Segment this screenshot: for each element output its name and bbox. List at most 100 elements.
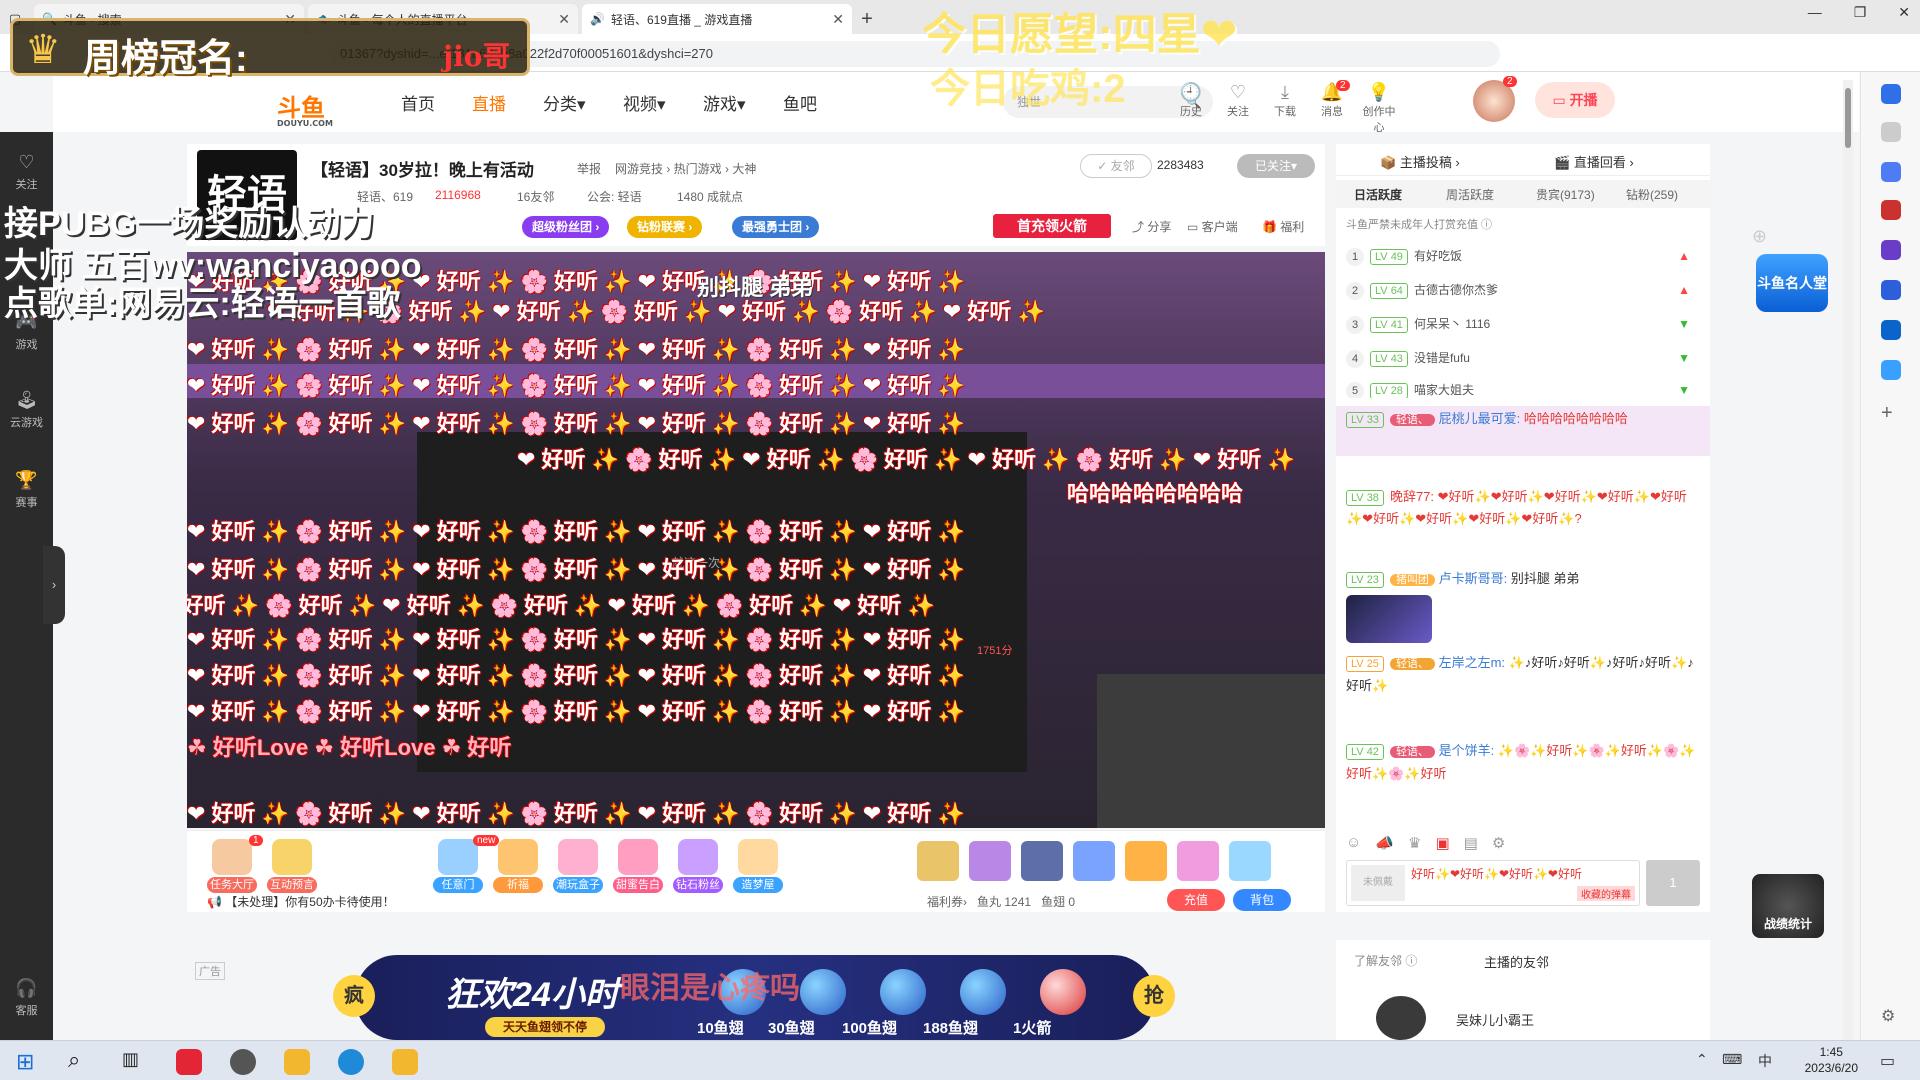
- page-scrollbar[interactable]: [1843, 80, 1853, 1040]
- portal-button[interactable]: 任意门 new: [433, 835, 500, 893]
- report-link[interactable]: 举报: [577, 160, 601, 177]
- anchor-friends-tab[interactable]: 主播的友邻: [1484, 952, 1549, 971]
- rank-row[interactable]: 3 LV 41 何呆呆丶 1116 ▼: [1346, 310, 1700, 338]
- edge-icon[interactable]: [338, 1049, 364, 1075]
- broadcast-icon[interactable]: 📣: [1375, 834, 1394, 852]
- notification-icon[interactable]: [1881, 84, 1901, 104]
- learn-friends-link[interactable]: 了解友邻 ⓘ: [1354, 952, 1417, 969]
- barrage-icon[interactable]: ▤: [1464, 834, 1478, 852]
- leftnav-follow[interactable]: ♡ 关注: [0, 152, 53, 192]
- rank-row[interactable]: 5 LV 28 喵家大姐夫 ▼: [1346, 376, 1700, 398]
- douyu-logo[interactable]: 斗鱼 DOUYU.COM: [277, 88, 333, 128]
- leftnav-support[interactable]: 🎧 客服: [0, 978, 53, 1018]
- history-button[interactable]: 🕘 历史: [1171, 82, 1211, 119]
- gift-item-icon[interactable]: [917, 841, 959, 881]
- fan-club-pill[interactable]: 超级粉丝团 ›: [522, 216, 610, 238]
- browser-tab-live[interactable]: 🔊 轻语、619直播 _ 游戏直播 ✕: [582, 4, 852, 34]
- tab-weekly-activity[interactable]: 周活跃度: [1446, 186, 1494, 203]
- followed-button[interactable]: 已关注▾: [1237, 154, 1315, 178]
- rank-row[interactable]: 4 LV 43 没错是fufu ▼: [1346, 344, 1700, 372]
- obs-icon[interactable]: [230, 1049, 256, 1075]
- welfare-button[interactable]: 🎁 福利: [1262, 218, 1304, 235]
- nav-home[interactable]: 首页: [401, 90, 435, 115]
- chat-image[interactable]: [1346, 595, 1432, 643]
- netease-music-icon[interactable]: [176, 1049, 202, 1075]
- search-icon[interactable]: ⌕: [68, 1047, 80, 1073]
- breadcrumb[interactable]: 网游竞技 › 热门游戏 › 大神: [615, 160, 756, 177]
- crown-icon[interactable]: ♛: [1408, 834, 1421, 852]
- guild-name[interactable]: 公会: 轻语: [587, 188, 642, 205]
- client-button[interactable]: ▭ 客户端: [1187, 218, 1238, 235]
- close-icon[interactable]: ✕: [558, 11, 570, 28]
- anchor-submit-link[interactable]: 📦 主播投稿 ›: [1380, 152, 1460, 171]
- share-button[interactable]: ⤴ 分享: [1132, 218, 1171, 235]
- user-avatar[interactable]: 2: [1473, 76, 1517, 122]
- hall-of-fame-badge[interactable]: 斗鱼名人堂: [1756, 254, 1828, 312]
- tab-daily-activity[interactable]: 日活跃度: [1354, 186, 1402, 203]
- gift-item-icon[interactable]: [1177, 841, 1219, 881]
- promo-banner[interactable]: 疯 狂欢24小时 天天鱼翅领不停 10鱼翅 30鱼翅 100鱼翅 188鱼翅 1…: [333, 955, 1175, 1040]
- tag-icon[interactable]: [1881, 162, 1901, 182]
- close-window-button[interactable]: ✕: [1898, 4, 1910, 21]
- gift-item-icon[interactable]: [1125, 841, 1167, 881]
- recharge-button[interactable]: 充值: [1167, 889, 1225, 911]
- blessing-button[interactable]: 祈福: [493, 839, 543, 893]
- ticket-notice[interactable]: 📢 【未处理】你有50办卡待使用！: [207, 893, 395, 910]
- send-icon[interactable]: [1881, 360, 1901, 380]
- tab-vip[interactable]: 贵宾(9173): [1536, 186, 1595, 203]
- new-tab-button[interactable]: +: [852, 4, 882, 34]
- achievement-points[interactable]: 1480 成就点: [677, 188, 743, 205]
- gift-item-icon[interactable]: [969, 841, 1011, 881]
- outlook-icon[interactable]: [1881, 320, 1901, 340]
- office-icon[interactable]: [1881, 280, 1901, 300]
- ime-indicator[interactable]: 中: [1758, 1051, 1772, 1071]
- rank-row[interactable]: 1 LV 49 有好吃饭 ▲: [1346, 242, 1700, 270]
- follow-button[interactable]: ♡ 关注: [1218, 82, 1258, 119]
- add-icon[interactable]: +: [1881, 402, 1893, 425]
- welfare-link[interactable]: 福利券›: [927, 895, 967, 909]
- video-player[interactable]: 就这一次 1751分 ❤ 好听 ✨ 🌸 好听 ✨ ❤ 好听 ✨ 🌸 好听 ✨ ❤…: [187, 252, 1325, 828]
- toy-box-button[interactable]: 潮玩盒子: [553, 839, 603, 893]
- taskbar-clock[interactable]: 1:45 2023/6/20: [1805, 1044, 1858, 1076]
- replay-link[interactable]: 🎬 直播回看 ›: [1554, 152, 1634, 171]
- toolbox-icon[interactable]: [1881, 200, 1901, 220]
- expand-nav-button[interactable]: ›: [43, 546, 65, 624]
- friend-name[interactable]: 吴妹儿小霸王: [1456, 1010, 1534, 1029]
- scroll-thumb[interactable]: [1845, 88, 1851, 148]
- close-icon[interactable]: ✕: [832, 11, 844, 28]
- douyu-app-icon[interactable]: [284, 1049, 310, 1075]
- friend-pill[interactable]: ✓ 友邻: [1080, 154, 1152, 178]
- add-icon[interactable]: ⊕: [1752, 226, 1767, 247]
- go-live-button[interactable]: ▭ 开播: [1535, 82, 1615, 118]
- prediction-button[interactable]: 互动预言: [267, 839, 317, 893]
- diamond-fans-button[interactable]: 钻石粉丝: [673, 839, 723, 893]
- start-icon[interactable]: ⊞: [16, 1049, 34, 1075]
- rocket-icon[interactable]: [1021, 841, 1063, 881]
- tab-diamond-fans[interactable]: 钻粉(259): [1626, 186, 1678, 203]
- notification-center-icon[interactable]: ▭: [1880, 1051, 1895, 1071]
- people-icon[interactable]: [1881, 240, 1901, 260]
- douyu-app-icon[interactable]: [392, 1049, 418, 1075]
- gift-item-icon[interactable]: [1073, 841, 1115, 881]
- maximize-button[interactable]: ❐: [1854, 4, 1867, 21]
- minimize-button[interactable]: —: [1808, 4, 1822, 21]
- stats-badge[interactable]: 战绩统计: [1752, 874, 1824, 938]
- warrior-pill[interactable]: 最强勇士团 ›: [732, 216, 820, 238]
- keyboard-icon[interactable]: ⌨: [1722, 1051, 1742, 1068]
- emoji-icon[interactable]: ☺: [1346, 834, 1361, 852]
- backpack-button[interactable]: 背包: [1233, 889, 1291, 911]
- nav-fishbar[interactable]: 鱼吧: [783, 90, 817, 115]
- friend-avatar[interactable]: [1376, 996, 1426, 1040]
- sweet-confession-button[interactable]: 甜蜜告白: [613, 839, 663, 893]
- diamond-league-pill[interactable]: 钻粉联赛 ›: [627, 216, 703, 238]
- leftnav-events[interactable]: 🏆 赛事: [0, 470, 53, 510]
- search-icon[interactable]: [1881, 122, 1901, 142]
- red-packet-icon[interactable]: ▣: [1435, 834, 1449, 852]
- rank-row[interactable]: 2 LV 64 古德古德你杰爹 ▲: [1346, 276, 1700, 304]
- leftnav-cloud-games[interactable]: 🕹 云游戏: [0, 390, 53, 430]
- gear-icon[interactable]: ⚙: [1881, 1006, 1895, 1026]
- download-button[interactable]: ⤓ 下载: [1265, 82, 1305, 119]
- creator-center-button[interactable]: 💡 创作中心: [1359, 82, 1399, 135]
- nav-category[interactable]: 分类▾: [543, 90, 586, 115]
- first-recharge-button[interactable]: 首充领火箭: [993, 214, 1111, 238]
